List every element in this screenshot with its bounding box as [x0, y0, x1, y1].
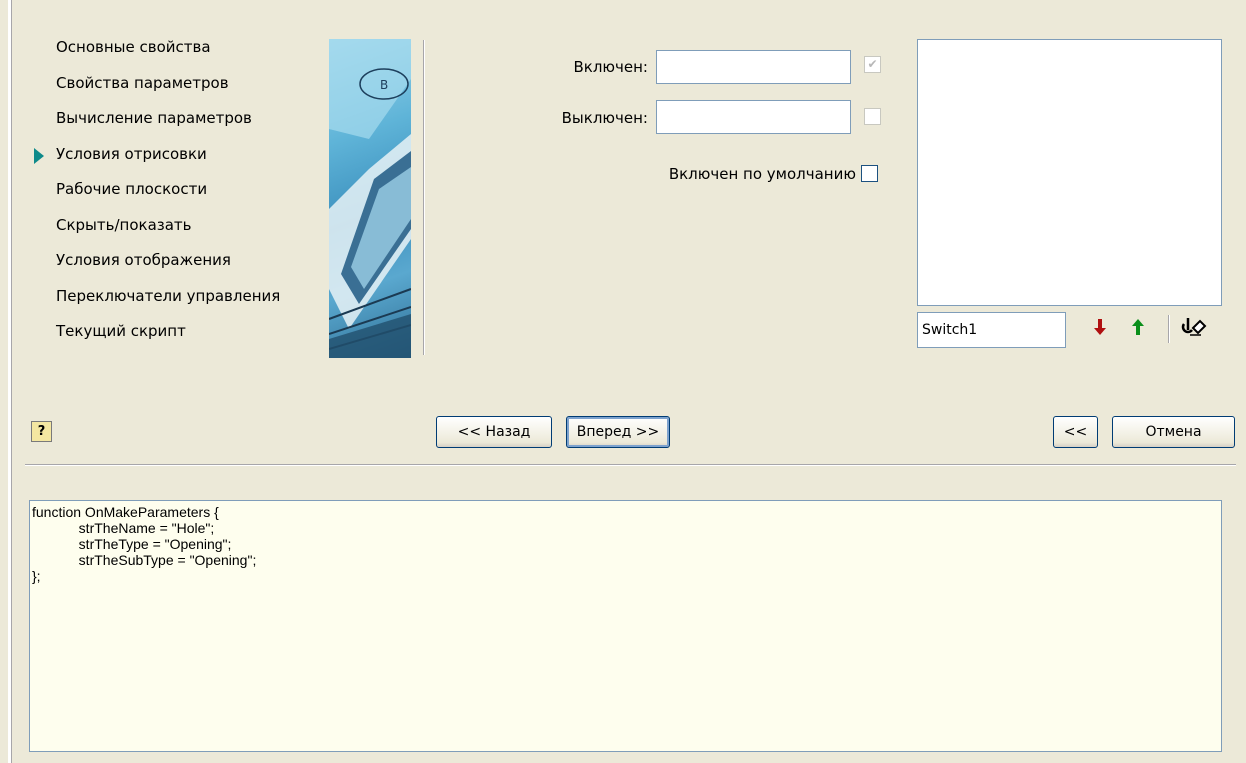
- eraser-glyph: [1181, 318, 1207, 336]
- nav-item-hide-show[interactable]: Скрыть/показать: [34, 208, 334, 244]
- on-state-checkbox[interactable]: ✔: [864, 56, 881, 73]
- nav-item-basic-properties[interactable]: Основные свойства: [34, 30, 334, 66]
- back-button[interactable]: << Назад: [436, 416, 552, 448]
- nav-item-label: Вычисление параметров: [56, 109, 252, 127]
- default-on-checkbox[interactable]: [861, 165, 878, 182]
- move-down-arrow: [1094, 319, 1106, 335]
- arrow-up-icon[interactable]: [1126, 315, 1150, 339]
- svg-text:B: B: [380, 78, 388, 92]
- nav-item-label: Свойства параметров: [56, 73, 229, 92]
- nav-item-label: Условия отображения: [56, 251, 231, 269]
- vertical-divider: [423, 40, 425, 355]
- wizard-steps-nav: Основные свойства Свойства параметров Вы…: [34, 30, 334, 350]
- nav-item-parameter-calculation[interactable]: Вычисление параметров: [34, 101, 334, 137]
- script-editor[interactable]: function OnMakeParameters { strTheName =…: [29, 500, 1222, 752]
- eraser-icon[interactable]: [1181, 315, 1207, 339]
- toolbar-divider: [1168, 315, 1170, 343]
- move-up-arrow: [1132, 319, 1144, 335]
- nav-item-label: Переключатели управления: [56, 286, 281, 305]
- active-step-arrow-icon: [34, 147, 44, 164]
- horizontal-divider: [25, 464, 1236, 466]
- default-on-label: Включен по умолчанию: [668, 165, 856, 183]
- check-icon: ✔: [867, 57, 878, 71]
- nav-item-label: Рабочие плоскости: [56, 180, 208, 198]
- nav-item-label: Условия отрисовки: [56, 144, 207, 163]
- nav-item-current-script[interactable]: Текущий скрипт: [34, 314, 334, 350]
- cancel-button[interactable]: Отмена: [1112, 416, 1235, 448]
- switch-name-input[interactable]: [917, 312, 1066, 348]
- nav-item-label: Основные свойства: [56, 38, 211, 56]
- help-icon[interactable]: ?: [31, 421, 52, 442]
- arrow-down-icon[interactable]: [1088, 315, 1112, 339]
- wizard-side-image: B: [329, 39, 411, 358]
- nav-item-label: Скрыть/показать: [56, 215, 192, 234]
- off-state-input[interactable]: [656, 100, 851, 134]
- nav-item-display-conditions[interactable]: Условия отображения: [34, 243, 334, 279]
- on-state-input[interactable]: [656, 50, 851, 84]
- switch-list[interactable]: [917, 39, 1222, 306]
- collapse-button[interactable]: <<: [1053, 416, 1098, 448]
- nav-item-work-planes[interactable]: Рабочие плоскости: [34, 172, 334, 208]
- off-state-checkbox[interactable]: [864, 108, 881, 125]
- architecture-illustration: B: [329, 39, 411, 358]
- nav-item-control-switches[interactable]: Переключатели управления: [34, 279, 334, 315]
- next-button[interactable]: Вперед >>: [566, 416, 670, 448]
- nav-item-parameter-properties[interactable]: Свойства параметров: [34, 66, 334, 102]
- nav-item-label: Текущий скрипт: [56, 322, 186, 340]
- nav-item-drawing-conditions[interactable]: Условия отрисовки: [34, 137, 334, 173]
- window-left-border: [8, 0, 12, 763]
- on-label: Включен:: [573, 58, 648, 76]
- off-label: Выключен:: [561, 109, 648, 127]
